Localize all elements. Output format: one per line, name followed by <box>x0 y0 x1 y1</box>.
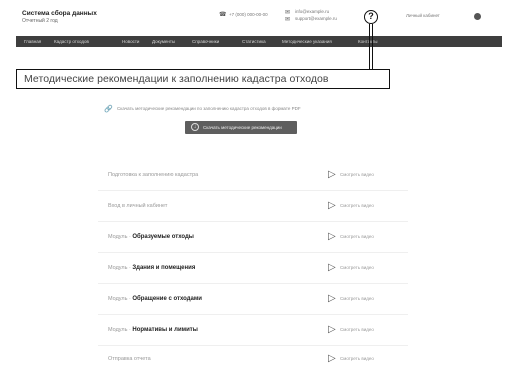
list-item-label: Модуль · Обращение с отходами <box>108 296 202 302</box>
list-item: Модуль · Нормативы и лимиты ▷ Смотреть в… <box>98 317 408 346</box>
watch-video-link[interactable]: Смотреть видео <box>340 234 374 239</box>
site-title[interactable]: Система сбора данных <box>22 10 97 17</box>
main-nav: Главная Кадастр отходов Новости Документ… <box>16 36 502 47</box>
page-title: Методические рекомендации к заполнению к… <box>24 73 329 85</box>
header-contact-support[interactable]: support@example.ru <box>295 16 337 21</box>
nav-item-guidelines[interactable]: Методические указания <box>282 39 332 44</box>
play-icon[interactable]: ▷ <box>328 262 336 273</box>
list-item: Модуль · Здания и помещения ▷ Смотреть в… <box>98 255 408 284</box>
header: Система сбора данных Отчетный 2 год ☎ +7… <box>0 0 509 32</box>
site-subtitle: Отчетный 2 год <box>22 18 58 24</box>
download-pdf-link[interactable]: Скачать методические рекомендации по зап… <box>117 106 301 111</box>
watch-video-link[interactable]: Смотреть видео <box>340 172 374 177</box>
help-icon[interactable]: ? <box>364 10 378 24</box>
list-item-label: Вход в личный кабинет <box>108 203 168 209</box>
list-item: Подготовка к заполнению кадастра ▷ Смотр… <box>98 162 408 191</box>
mail-icon: ✉ <box>285 10 291 16</box>
watch-video-link[interactable]: Смотреть видео <box>340 356 374 361</box>
callout-connector <box>369 24 373 70</box>
play-icon[interactable]: ▷ <box>328 200 336 211</box>
link-icon: 🔗 <box>104 106 113 113</box>
nav-item-documents[interactable]: Документы <box>152 39 175 44</box>
list-item: Отправка отчета ▷ Смотреть видео <box>98 346 408 374</box>
user-avatar-icon[interactable] <box>474 13 481 20</box>
list-item: Вход в личный кабинет ▷ Смотреть видео <box>98 193 408 222</box>
nav-item-contacts[interactable]: Контакты <box>358 39 377 44</box>
list-item: Модуль · Образуемые отходы ▷ Смотреть ви… <box>98 224 408 253</box>
watch-video-link[interactable]: Смотреть видео <box>340 265 374 270</box>
header-contact-phone[interactable]: +7 (000) 000-00-00 <box>229 12 268 17</box>
download-button-label[interactable]: Скачать методические рекомендации <box>203 125 282 130</box>
list-item-label: Модуль · Здания и помещения <box>108 265 196 271</box>
list-item-label: Модуль · Нормативы и лимиты <box>108 327 198 333</box>
profile-link[interactable]: Личный кабинет <box>406 13 440 18</box>
play-icon[interactable]: ▷ <box>328 324 336 335</box>
nav-item-references[interactable]: Справочники <box>192 39 219 44</box>
play-icon[interactable]: ▷ <box>328 169 336 180</box>
list-item-label: Модуль · Образуемые отходы <box>108 234 194 240</box>
phone-icon: ☎ <box>219 12 227 18</box>
play-icon[interactable]: ▷ <box>328 353 336 364</box>
play-icon[interactable]: ▷ <box>328 293 336 304</box>
nav-item-home[interactable]: Главная <box>24 39 41 44</box>
download-icon: ↓ <box>191 123 199 131</box>
nav-item-statistics[interactable]: Статистика <box>242 39 266 44</box>
list-item: Модуль · Обращение с отходами ▷ Смотреть… <box>98 286 408 315</box>
list-item-label: Отправка отчета <box>108 356 151 362</box>
nav-item-cadastre[interactable]: Кадастр отходов <box>54 39 89 44</box>
nav-item-news[interactable]: Новости <box>122 39 139 44</box>
mail-icon: ✉ <box>285 17 291 23</box>
play-icon[interactable]: ▷ <box>328 231 336 242</box>
watch-video-link[interactable]: Смотреть видео <box>340 203 374 208</box>
watch-video-link[interactable]: Смотреть видео <box>340 296 374 301</box>
watch-video-link[interactable]: Смотреть видео <box>340 327 374 332</box>
list-item-label: Подготовка к заполнению кадастра <box>108 172 199 178</box>
header-contact-email[interactable]: info@example.ru <box>295 9 329 14</box>
